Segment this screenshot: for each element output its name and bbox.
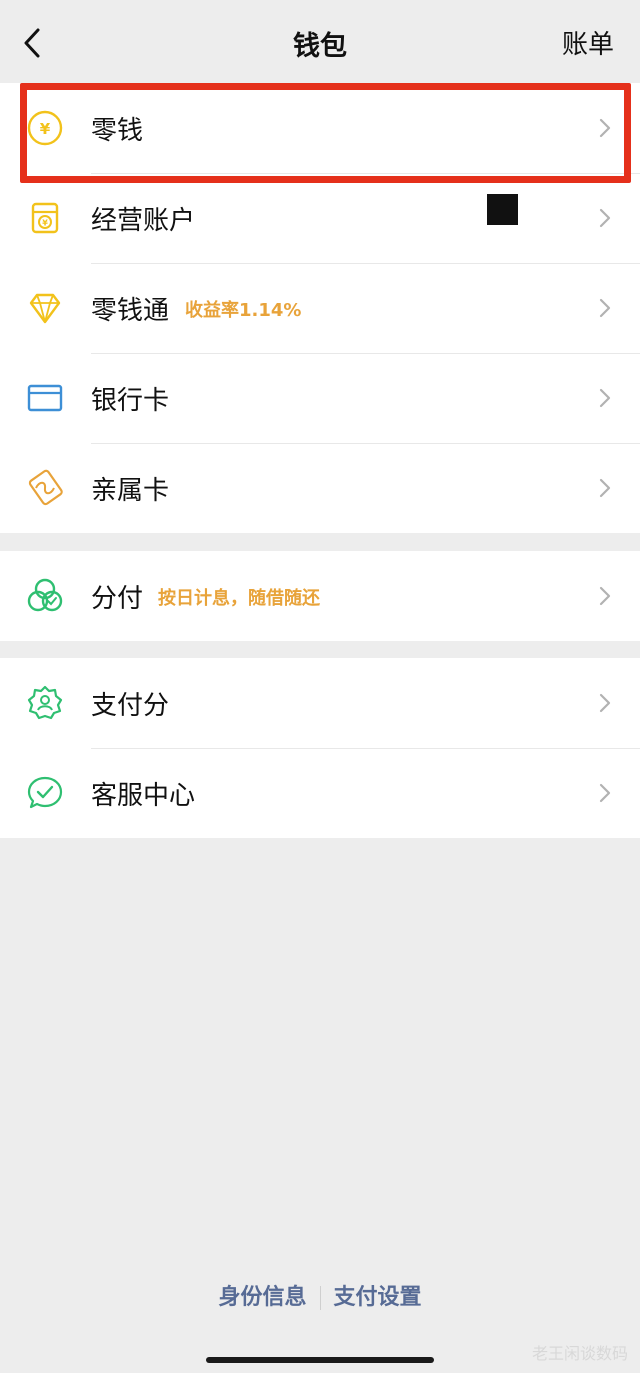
chevron-right-icon bbox=[599, 118, 611, 138]
navigation-bar: 钱包 账单 bbox=[0, 0, 640, 86]
divider bbox=[91, 263, 640, 264]
list-item-lingqiantong[interactable]: 零钱通 收益率1.14% bbox=[0, 263, 640, 353]
pay-score-icon bbox=[27, 685, 63, 720]
list-item-family-card[interactable]: 亲属卡 bbox=[0, 443, 640, 533]
payment-settings-link[interactable]: 支付设置 bbox=[334, 1285, 422, 1310]
chevron-right-icon bbox=[599, 783, 611, 803]
diamond-icon bbox=[29, 293, 61, 324]
page-title: 钱包 bbox=[293, 31, 347, 62]
svg-text:¥: ¥ bbox=[42, 219, 48, 228]
chevron-right-icon bbox=[599, 693, 611, 713]
chevron-right-icon bbox=[599, 586, 611, 606]
list-item-label: 亲属卡 bbox=[91, 476, 170, 506]
wallet-group-services: 支付分 客服中心 bbox=[0, 658, 640, 838]
list-item-label: 分付 bbox=[91, 584, 144, 614]
list-item-business-account[interactable]: ¥ 经营账户 bbox=[0, 173, 640, 263]
footer-links: 身份信息 支付设置 bbox=[0, 1279, 640, 1311]
divider bbox=[91, 173, 640, 174]
list-item-pay-score[interactable]: 支付分 bbox=[0, 658, 640, 748]
chevron-right-icon bbox=[599, 478, 611, 498]
wallet-group-credit: 分付 按日计息，随借随还 bbox=[0, 551, 640, 641]
divider bbox=[91, 353, 640, 354]
chevron-right-icon bbox=[599, 298, 611, 318]
fenfu-icon bbox=[27, 578, 63, 612]
bill-button[interactable]: 账单 bbox=[562, 24, 614, 61]
list-item-label: 支付分 bbox=[91, 691, 170, 721]
business-account-icon: ¥ bbox=[31, 202, 59, 234]
home-indicator[interactable] bbox=[206, 1357, 434, 1363]
list-item-customer-service[interactable]: 客服中心 bbox=[0, 748, 640, 838]
chevron-right-icon bbox=[599, 208, 611, 228]
watermark: 老王闲谈数码 bbox=[531, 1344, 628, 1363]
divider bbox=[91, 443, 640, 444]
yuan-coin-icon: ¥ bbox=[27, 110, 63, 146]
list-item-label: 零钱通 bbox=[91, 296, 170, 326]
list-item-label: 客服中心 bbox=[91, 781, 196, 811]
bank-card-icon bbox=[27, 384, 63, 412]
divider bbox=[91, 748, 640, 749]
list-item-change[interactable]: ¥ 零钱 bbox=[0, 83, 640, 225]
list-item-label: 银行卡 bbox=[91, 386, 170, 416]
footer-separator bbox=[319, 1286, 321, 1310]
list-item-fenfu[interactable]: 分付 按日计息，随借随还 bbox=[0, 551, 640, 641]
interest-tag: 按日计息，随借随还 bbox=[158, 588, 320, 609]
yield-rate-tag: 收益率1.14% bbox=[185, 300, 302, 321]
customer-service-icon bbox=[27, 776, 63, 809]
list-item-label: 经营账户 bbox=[91, 206, 196, 236]
wallet-group-primary: ¥ 零钱 ¥ 经营账户 零钱通 收益率1.14% 银行卡 亲属卡 bbox=[0, 83, 640, 533]
svg-text:¥: ¥ bbox=[40, 120, 51, 138]
family-card-icon bbox=[28, 469, 63, 506]
chevron-right-icon bbox=[599, 388, 611, 408]
identity-info-link[interactable]: 身份信息 bbox=[218, 1285, 306, 1310]
list-item-bank-card[interactable]: 银行卡 bbox=[0, 353, 640, 443]
list-item-label: 零钱 bbox=[91, 116, 144, 146]
